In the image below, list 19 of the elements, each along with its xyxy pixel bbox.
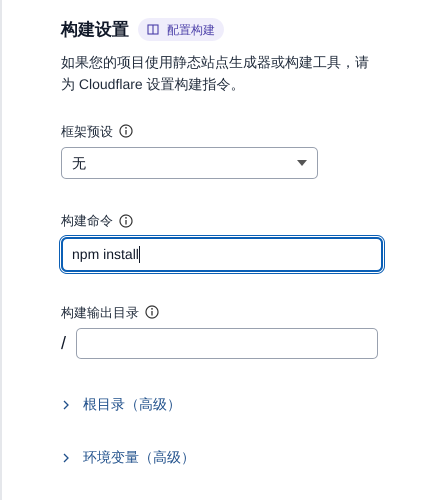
advanced-expander[interactable]: 根目录（高级） xyxy=(61,394,383,415)
info-icon[interactable] xyxy=(145,305,159,320)
advanced-expander[interactable]: 环境变量（高级） xyxy=(61,447,383,468)
framework-select[interactable]: 无 xyxy=(61,147,318,179)
dropdown-arrow-icon xyxy=(297,160,307,166)
section-title: 构建设置 xyxy=(61,19,129,41)
section-description: 如果您的项目使用静态站点生成器或构建工具，请为 Cloudflare 设置构建指令。 xyxy=(61,52,370,94)
info-icon[interactable] xyxy=(119,124,133,138)
book-icon xyxy=(147,24,159,36)
path-prefix: / xyxy=(61,332,68,355)
field-label: 构建命令 xyxy=(61,212,113,230)
docs-link[interactable]: 配置构建 xyxy=(138,18,224,42)
build-command-field[interactable]: npm install xyxy=(61,236,383,272)
info-icon[interactable] xyxy=(119,214,133,228)
chevron-icon xyxy=(61,400,71,410)
field-label: 框架预设 xyxy=(61,122,113,140)
output-directory-field[interactable] xyxy=(76,328,378,359)
chevron-icon xyxy=(61,452,71,462)
field-label: 构建输出目录 xyxy=(61,304,139,322)
